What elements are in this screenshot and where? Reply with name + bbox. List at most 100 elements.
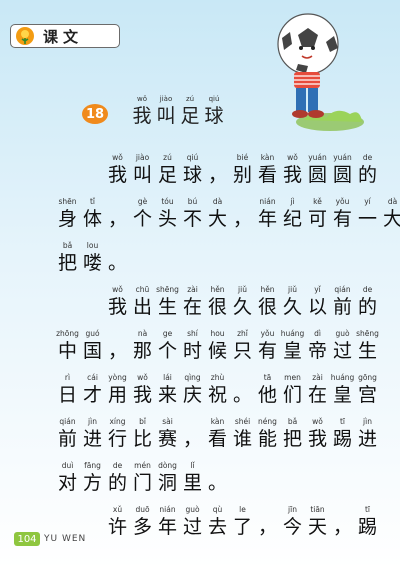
hanzi: 我 (307, 428, 327, 450)
text-char (80, 153, 105, 187)
pinyin: kě (313, 197, 322, 206)
hanzi: 里 (182, 472, 202, 494)
text-char: wǒ 我 (280, 153, 305, 187)
pinyin: guò (335, 329, 350, 338)
pinyin: duì (61, 461, 74, 470)
hanzi: 日 (57, 384, 77, 406)
flower-icon (16, 27, 34, 45)
text-char: ge 个 (155, 329, 180, 363)
hanzi: 圆 (307, 164, 327, 186)
text-char: chū 出 (130, 285, 155, 319)
hanzi: 球 (182, 164, 202, 186)
text-char: qiú 球 (180, 153, 205, 187)
hanzi: 年 (257, 208, 277, 230)
pinyin: zhù (210, 373, 225, 382)
pinyin: bié (236, 153, 249, 162)
hanzi: 球 (204, 105, 224, 127)
hanzi: 我 (282, 164, 302, 186)
pinyin: nián (159, 505, 176, 514)
pinyin: wǒ (112, 153, 123, 162)
text-char: hěn 很 (255, 285, 280, 319)
text-char: zài 在 (305, 373, 330, 407)
pinyin: jìn (88, 417, 97, 426)
pinyin: tī (364, 505, 371, 514)
text-char: jì 纪 (280, 197, 305, 231)
text-char: yí 一 (355, 197, 380, 231)
pinyin: shēn (58, 197, 77, 206)
text-char: zhǐ 只 (230, 329, 255, 363)
pinyin: shēng (356, 329, 379, 338)
text-char: qìng 庆 (180, 373, 205, 407)
hanzi: ， (232, 208, 252, 230)
text-char: bǎ 把 (55, 241, 80, 275)
hanzi: 我 (132, 105, 152, 127)
hanzi: 个 (132, 208, 152, 230)
hanzi: 圆 (332, 164, 352, 186)
pinyin: zài (187, 285, 198, 294)
hanzi: 叫 (156, 105, 176, 127)
hanzi: 喽 (82, 252, 102, 274)
hanzi: 体 (82, 208, 102, 230)
text-char: nián 年 (155, 505, 180, 539)
pinyin: bǎ (62, 241, 73, 250)
hanzi: 候 (207, 340, 227, 362)
text-char: huáng 皇 (330, 373, 355, 407)
text-line: rì 日 cái 才 yòng 用 wǒ 我 lái 来 qìng 庆 zhù 祝。 tā 他 men 们 zài 在… (55, 373, 380, 407)
text-char: wǒ 我 (105, 285, 130, 319)
pinyin: kàn (260, 153, 275, 162)
pinyin: dà (212, 197, 223, 206)
hanzi: 足 (180, 105, 200, 127)
hanzi: 皇 (282, 340, 302, 362)
text-char: de 的 (105, 461, 130, 495)
hanzi: 的 (357, 164, 377, 186)
hanzi: 过 (182, 516, 202, 538)
pinyin: zú (163, 153, 172, 162)
pinyin: wǒ (136, 95, 147, 103)
hanzi: 只 (232, 340, 252, 362)
text-char: jìn 进 (355, 417, 380, 451)
hanzi: 身 (57, 208, 77, 230)
pinyin: huáng (280, 329, 305, 338)
text-char: zhōng 中 (55, 329, 80, 363)
pinyin: bǎ (287, 417, 298, 426)
text-char: jīn 今 (280, 505, 305, 539)
text-line: shēn 身 tǐ 体， gè 个 tóu 头 bú 不 dà 大， nián 年 jì 纪 kě 可 yǒu 有 yí… (55, 197, 400, 231)
hanzi: 把 (57, 252, 77, 274)
text-char: kě 可 (305, 197, 330, 231)
text-char: yuán 圆 (305, 153, 330, 187)
pinyin: huáng (330, 373, 355, 382)
text-char: néng 能 (255, 417, 280, 451)
text-char: tiān 天 (305, 505, 330, 539)
text-char: xíng 行 (105, 417, 130, 451)
pinyin: jiǔ (288, 285, 297, 294)
hanzi: ， (207, 164, 227, 186)
text-line: wǒ 我 chū 出 shēng 生 zài 在 hěn 很 jiǔ 久 hěn 很 jiǔ 久 yǐ 以 qián… (55, 285, 380, 319)
hanzi: 在 (182, 296, 202, 318)
hanzi: 进 (82, 428, 102, 450)
pinyin: xíng (109, 417, 126, 426)
hanzi: 宫 (357, 384, 377, 406)
text-char: wǒ 我 (105, 153, 130, 187)
page-footer: 104 YU WEN (14, 532, 86, 546)
hanzi: 以 (307, 296, 327, 318)
pinyin: fāng (84, 461, 101, 470)
text-line: duì 对 fāng 方 de 的 mén 门 dòng 洞 lǐ 里。 (55, 461, 230, 495)
hanzi: 。 (232, 384, 252, 406)
pinyin: qián (59, 417, 76, 426)
text-char: hěn 很 (205, 285, 230, 319)
hanzi: 多 (132, 516, 152, 538)
pinyin: yǒu (335, 197, 350, 206)
hanzi: 久 (282, 296, 302, 318)
hanzi: 来 (157, 384, 177, 406)
text-char: ， (105, 197, 130, 231)
pinyin: guò (185, 505, 200, 514)
hanzi: 个 (157, 340, 177, 362)
text-char: yǐ 以 (305, 285, 330, 319)
text-char: 。 (105, 241, 130, 275)
text-char: shēn 身 (55, 197, 80, 231)
text-char: tī 踢 (330, 417, 355, 451)
hanzi: ， (332, 516, 352, 538)
title-char: qiú 球 (202, 94, 226, 128)
pinyin: zài (312, 373, 323, 382)
pinyin: qiú (186, 153, 199, 162)
